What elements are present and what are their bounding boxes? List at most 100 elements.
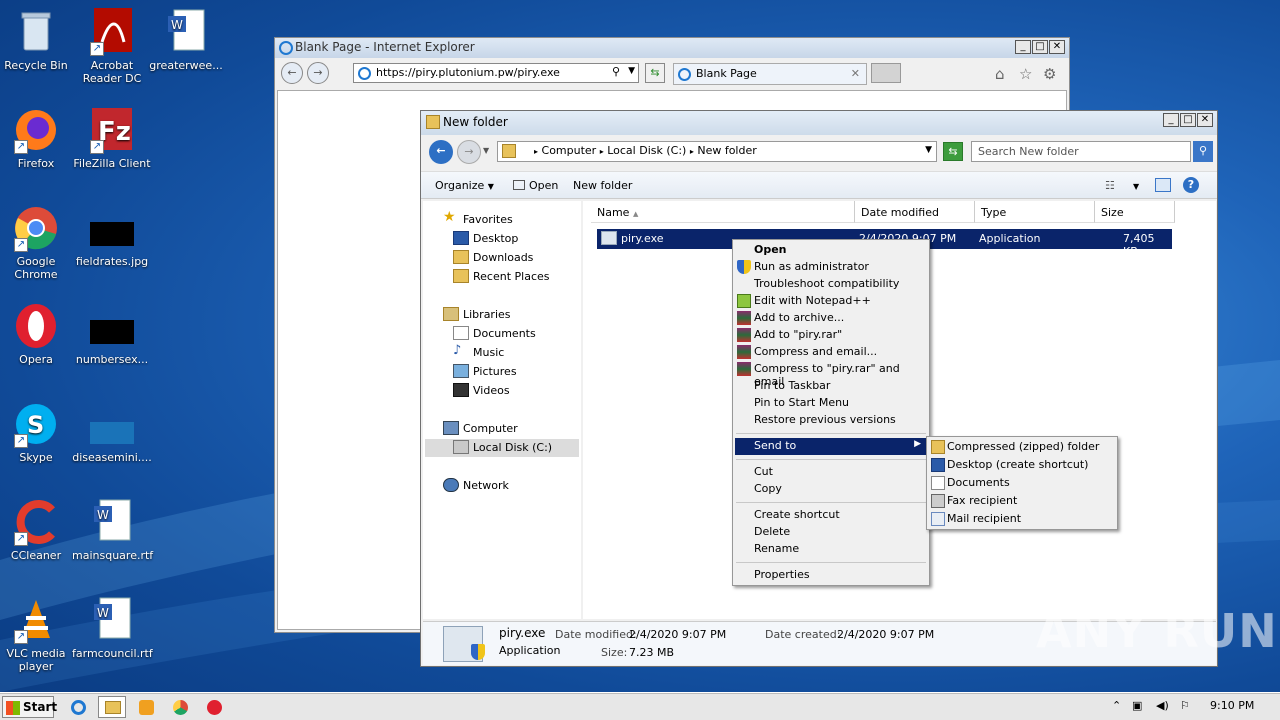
taskbar-explorer-button[interactable] <box>98 696 126 718</box>
desktop-icon-skype[interactable]: S ↗ Skype <box>0 400 76 464</box>
menu-item-rename[interactable]: Rename <box>735 541 927 558</box>
breadcrumb-computer[interactable]: Computer <box>542 144 597 157</box>
tray-volume-icon[interactable]: ◀) <box>1156 699 1169 712</box>
menu-item-compress-rar-email[interactable]: Compress to "piry.rar" and email <box>735 361 927 388</box>
menu-item-troubleshoot[interactable]: Troubleshoot compatibility <box>735 276 927 293</box>
start-button[interactable]: Start <box>2 696 57 718</box>
desktop-icon-numbersex[interactable]: numbersex... <box>72 302 152 366</box>
desktop-icon-firefox[interactable]: ↗ Firefox <box>0 106 76 170</box>
sendto-documents[interactable]: Documents <box>929 475 1115 492</box>
nav-downloads[interactable]: Downloads <box>453 249 533 267</box>
menu-item-add-piry-rar[interactable]: Add to "piry.rar" <box>735 327 927 344</box>
nav-pictures[interactable]: Pictures <box>453 363 517 381</box>
organize-button[interactable]: Organize ▼ <box>435 179 494 192</box>
desktop-icon-acrobat[interactable]: ↗ Acrobat Reader DC <box>72 8 152 85</box>
breadcrumb-local-disk[interactable]: Local Disk (C:) <box>607 144 686 157</box>
taskbar-chrome-button[interactable] <box>166 696 194 718</box>
nav-recent-places[interactable]: Recent Places <box>453 268 550 286</box>
nav-favorites[interactable]: ★ Favorites <box>443 209 513 229</box>
sendto-mail-recipient[interactable]: Mail recipient <box>929 511 1115 528</box>
address-dropdown-icon[interactable]: ▼ <box>925 145 932 155</box>
desktop-icon-fieldrates[interactable]: fieldrates.jpg <box>72 204 152 268</box>
menu-item-edit-notepad[interactable]: Edit with Notepad++ <box>735 293 927 310</box>
refresh-button[interactable]: ⇆ <box>943 142 963 161</box>
breadcrumb-new-folder[interactable]: New folder <box>697 144 756 157</box>
desktop-icon-diseasemini[interactable]: diseasemini.... <box>72 400 152 464</box>
minimize-button[interactable]: _ <box>1163 113 1179 127</box>
refresh-button[interactable]: ⇆ <box>645 63 665 83</box>
sendto-compressed-folder[interactable]: Compressed (zipped) folder <box>929 439 1115 456</box>
preview-pane-icon[interactable] <box>1155 178 1171 192</box>
new-folder-button[interactable]: New folder <box>573 179 632 192</box>
ie-tab-blank-page[interactable]: Blank Page ✕ <box>673 63 867 85</box>
search-input[interactable]: Search New folder <box>971 141 1191 162</box>
explorer-address-bar[interactable]: ▸ Computer ▸ Local Disk (C:) ▸ New folde… <box>497 141 937 162</box>
menu-item-pin-start[interactable]: Pin to Start Menu <box>735 395 927 412</box>
close-button[interactable]: ✕ <box>1049 40 1065 54</box>
desktop-icon-filezilla[interactable]: Fz ↗ FileZilla Client <box>72 106 152 170</box>
nav-computer[interactable]: Computer <box>443 420 518 438</box>
settings-gear-icon[interactable]: ⚙ <box>1043 65 1056 83</box>
menu-item-copy[interactable]: Copy <box>735 481 927 498</box>
taskbar-ie-button[interactable] <box>64 696 92 718</box>
ie-title-bar[interactable]: Blank Page - Internet Explorer _ □ ✕ <box>275 38 1069 58</box>
home-icon[interactable]: ⌂ <box>995 65 1005 83</box>
recent-pages-dropdown-icon[interactable]: ▼ <box>483 146 489 155</box>
minimize-button[interactable]: _ <box>1015 40 1031 54</box>
desktop-icon-farmcouncil[interactable]: W farmcouncil.rtf <box>72 596 153 660</box>
open-button[interactable]: Open <box>513 179 558 192</box>
desktop-icon-greaterwee[interactable]: W greaterwee... <box>146 8 226 72</box>
desktop-icon-chrome[interactable]: ↗ Google Chrome <box>0 204 76 281</box>
taskbar-opera-button[interactable] <box>200 696 228 718</box>
column-header-type[interactable]: Type <box>975 201 1095 223</box>
search-icon[interactable]: ⚲ <box>1193 141 1213 162</box>
tab-close-icon[interactable]: ✕ <box>851 67 860 80</box>
menu-item-cut[interactable]: Cut <box>735 464 927 481</box>
nav-local-disk[interactable]: Local Disk (C:) <box>425 439 579 457</box>
nav-documents[interactable]: Documents <box>453 325 536 343</box>
column-header-name[interactable]: Name ▲ <box>591 201 855 223</box>
taskbar-media-player-button[interactable] <box>132 696 160 718</box>
favorites-star-icon[interactable]: ☆ <box>1019 65 1032 83</box>
new-tab-button[interactable] <box>871 63 901 83</box>
search-icon[interactable]: ⚲ <box>612 65 620 78</box>
dropdown-icon[interactable]: ▼ <box>628 66 635 76</box>
nav-network[interactable]: Network <box>443 477 509 495</box>
desktop-icon-ccleaner[interactable]: ↗ CCleaner <box>0 498 76 562</box>
menu-item-send-to[interactable]: Send to ▶ <box>735 438 927 455</box>
maximize-button[interactable]: □ <box>1180 113 1196 127</box>
menu-item-open[interactable]: Open <box>735 242 927 259</box>
desktop-icon-mainsquare[interactable]: W mainsquare.rtf <box>72 498 153 562</box>
clock[interactable]: 9:10 PM <box>1210 699 1254 712</box>
menu-item-run-as-admin[interactable]: Run as administrator <box>735 259 927 276</box>
nav-libraries[interactable]: Libraries <box>443 306 511 324</box>
nav-desktop[interactable]: Desktop <box>453 230 518 248</box>
maximize-button[interactable]: □ <box>1032 40 1048 54</box>
ie-address-bar[interactable]: https://piry.plutonium.pw/piry.exe ⚲ ▼ <box>353 63 639 83</box>
forward-button[interactable]: → <box>457 140 481 164</box>
forward-button[interactable]: → <box>307 62 329 84</box>
desktop-icon-recycle-bin[interactable]: Recycle Bin <box>0 8 76 72</box>
explorer-title-bar[interactable]: New folder _ □ ✕ <box>421 111 1217 135</box>
view-options-icon[interactable]: ☷ <box>1105 179 1115 192</box>
tray-network-icon[interactable]: ▣ <box>1132 699 1142 712</box>
nav-music[interactable]: ♪ Music <box>453 343 504 362</box>
sendto-desktop-shortcut[interactable]: Desktop (create shortcut) <box>929 457 1115 474</box>
close-button[interactable]: ✕ <box>1197 113 1213 127</box>
menu-item-add-archive[interactable]: Add to archive... <box>735 310 927 327</box>
column-header-size[interactable]: Size <box>1095 201 1175 223</box>
help-icon[interactable]: ? <box>1183 177 1199 193</box>
tray-flag-icon[interactable]: ⚐ <box>1180 699 1190 712</box>
column-header-date[interactable]: Date modified <box>855 201 975 223</box>
menu-item-pin-taskbar[interactable]: Pin to Taskbar <box>735 378 927 395</box>
desktop-icon-vlc[interactable]: ↗ VLC media player <box>0 596 76 673</box>
sendto-fax-recipient[interactable]: Fax recipient <box>929 493 1115 510</box>
view-dropdown-icon[interactable]: ▼ <box>1133 182 1139 191</box>
menu-item-create-shortcut[interactable]: Create shortcut <box>735 507 927 524</box>
back-button[interactable]: ← <box>429 140 453 164</box>
tray-expand-icon[interactable]: ⌃ <box>1112 699 1121 712</box>
desktop-icon-opera[interactable]: Opera <box>0 302 76 366</box>
menu-item-restore-versions[interactable]: Restore previous versions <box>735 412 927 429</box>
menu-item-delete[interactable]: Delete <box>735 524 927 541</box>
menu-item-compress-email[interactable]: Compress and email... <box>735 344 927 361</box>
